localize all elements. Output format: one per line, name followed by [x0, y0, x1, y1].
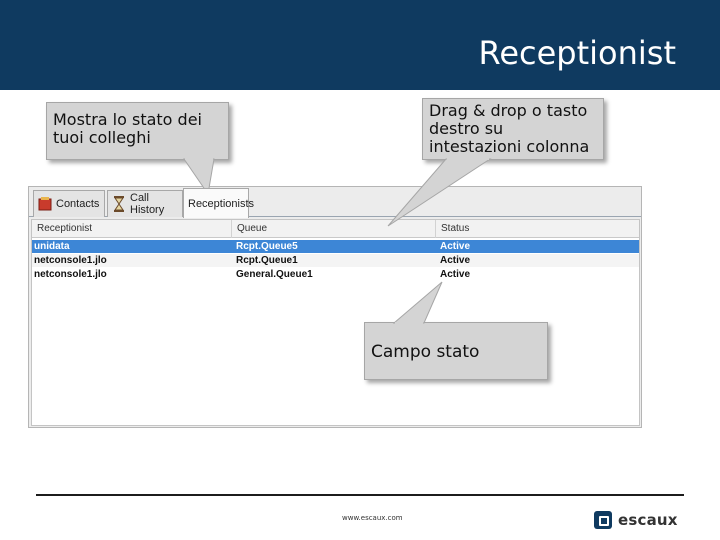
cell-queue: Rcpt.Queue5 [236, 241, 298, 252]
column-header-receptionist[interactable]: Receptionist [32, 220, 232, 238]
cell-receptionist: unidata [34, 241, 70, 252]
tab-receptionists[interactable]: Receptionists [183, 188, 254, 218]
hourglass-icon [112, 196, 126, 212]
cell-queue: General.Queue1 [236, 269, 313, 280]
receptionist-table: Receptionist Queue Status unidata Rcpt.Q… [31, 219, 640, 426]
escaux-logo-text: escaux [618, 511, 678, 529]
cell-status: Active [440, 255, 471, 266]
callout-colleague-status: Mostra lo stato dei tuoi colleghi [46, 102, 229, 160]
column-header-status[interactable]: Status [436, 220, 639, 238]
tab-call-history[interactable]: Call History [107, 190, 183, 217]
tab-contacts[interactable]: Contacts [33, 190, 105, 217]
table-header: Receptionist Queue Status [32, 220, 639, 238]
slide-header: Receptionist [0, 0, 720, 90]
escaux-logo: escaux [594, 511, 678, 529]
slide-title: Receptionist [478, 34, 676, 72]
cell-receptionist: netconsole1.jlo [34, 255, 107, 266]
callout-column-headers: Drag & drop o tasto destro su intestazio… [422, 98, 604, 160]
tab-call-history-label: Call History [130, 192, 165, 216]
cell-receptionist: netconsole1.jlo [34, 269, 107, 280]
receptionist-app-window: Contacts Call History Receptionists Rece… [28, 186, 642, 428]
escaux-logo-icon [594, 511, 612, 529]
tab-receptionists-label: Receptionists [188, 197, 255, 210]
table-row[interactable]: netconsole1.jlo Rcpt.Queue1 Active [32, 254, 639, 267]
column-header-queue[interactable]: Queue [232, 220, 436, 238]
cell-status: Active [440, 241, 471, 252]
tab-bar: Contacts Call History Receptionists [29, 187, 641, 218]
footer-divider [36, 494, 684, 496]
table-row[interactable]: netconsole1.jlo General.Queue1 Active [32, 268, 639, 281]
cell-queue: Rcpt.Queue1 [236, 255, 298, 266]
table-row[interactable]: unidata Rcpt.Queue5 Active [32, 240, 639, 253]
tab-contacts-label: Contacts [56, 198, 100, 210]
contacts-icon [38, 196, 52, 212]
footer-url: www.escaux.com [342, 514, 403, 522]
cell-status: Active [440, 269, 471, 280]
callout-status-field: Campo stato [364, 322, 548, 380]
